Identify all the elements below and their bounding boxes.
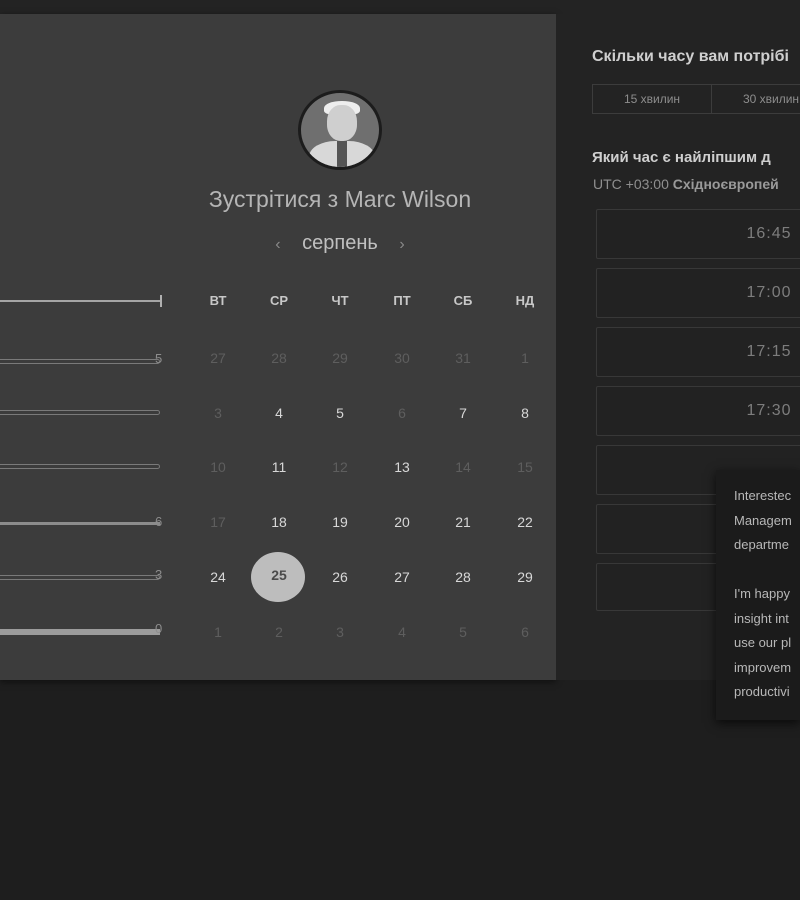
weekday-label: НД bbox=[515, 293, 535, 308]
calendar-day[interactable]: 8 bbox=[505, 405, 545, 421]
duration-question: Скільки часу вам потрібі bbox=[592, 48, 789, 65]
time-question: Який час є найліпшим д bbox=[592, 149, 771, 166]
calendar-day: 4 bbox=[398, 624, 406, 640]
header-rule-cap bbox=[160, 295, 162, 307]
calendar-day[interactable]: 27 bbox=[382, 569, 422, 585]
calendar-day[interactable]: 13 bbox=[382, 459, 422, 475]
calendar-day: 5 bbox=[459, 624, 467, 640]
calendar-day[interactable]: 4 bbox=[259, 405, 299, 421]
calendar-day: 2 bbox=[275, 624, 283, 640]
row-indicator-bar bbox=[0, 522, 160, 525]
row-indicator-value: 5 bbox=[155, 351, 163, 366]
row-indicator-bar bbox=[0, 410, 160, 415]
calendar-day[interactable]: 19 bbox=[320, 514, 360, 530]
timezone-offset: UTC +03:00 bbox=[593, 176, 669, 192]
duration-option[interactable]: 30 хвилин bbox=[712, 85, 800, 113]
time-slot[interactable]: 17:00 bbox=[596, 268, 800, 318]
weekday-label: ПТ bbox=[393, 293, 411, 308]
top-bar bbox=[0, 0, 800, 14]
calendar-day: 3 bbox=[214, 405, 222, 421]
calendar-day: 15 bbox=[517, 459, 533, 475]
calendar-day[interactable]: 11 bbox=[259, 459, 299, 475]
prev-month-chevron-icon[interactable]: ‹ bbox=[275, 236, 280, 254]
time-slot-label: 16:45 bbox=[746, 225, 792, 242]
timezone-name: Східноєвропей bbox=[672, 176, 779, 192]
time-slot-label: 17:15 bbox=[746, 343, 792, 360]
weekday-label: ВТ bbox=[209, 293, 227, 308]
row-indicator-bar bbox=[0, 629, 160, 635]
popover-text-line: Managem bbox=[734, 512, 792, 528]
row-indicator-value: 0 bbox=[155, 621, 163, 636]
calendar-day: 14 bbox=[455, 459, 471, 475]
calendar-day: 30 bbox=[394, 350, 410, 366]
popover-text-line: Interestec bbox=[734, 488, 792, 503]
duration-selector: 15 хвилин 30 хвилин bbox=[592, 84, 800, 114]
calendar-day[interactable]: 18 bbox=[259, 514, 299, 530]
time-slot[interactable]: 17:30 bbox=[596, 386, 800, 436]
calendar-day: 10 bbox=[210, 459, 226, 475]
weekday-label: СР bbox=[269, 293, 289, 308]
popover-text-line: insight int bbox=[734, 610, 789, 626]
weekday-label: СБ bbox=[453, 293, 473, 308]
avatar-tie bbox=[337, 141, 347, 167]
time-slot-label: 17:00 bbox=[746, 284, 792, 301]
row-indicator-bar bbox=[0, 464, 160, 469]
popover-text-line: improvem bbox=[734, 659, 792, 675]
calendar-day: 31 bbox=[455, 350, 471, 366]
timezone-label: UTC +03:00 Східноєвропей bbox=[593, 176, 779, 192]
popover-text-line: I'm happy bbox=[734, 586, 790, 601]
calendar-day: 3 bbox=[336, 624, 344, 640]
popover-text-line: productivi bbox=[734, 684, 790, 699]
row-indicator-bar bbox=[0, 359, 160, 364]
calendar-day[interactable]: 28 bbox=[443, 569, 483, 585]
calendar-day[interactable]: 29 bbox=[505, 569, 545, 585]
calendar-day: 12 bbox=[332, 459, 348, 475]
header-rule bbox=[0, 300, 160, 302]
avatar-face bbox=[327, 105, 357, 141]
calendar-day: 1 bbox=[521, 350, 529, 366]
calendar-day[interactable]: 24 bbox=[198, 569, 238, 585]
calendar-day[interactable]: 5 bbox=[320, 405, 360, 421]
duration-option[interactable]: 15 хвилин bbox=[593, 85, 712, 113]
time-slot-label: 17:30 bbox=[746, 402, 792, 419]
selected-day[interactable]: 25 bbox=[259, 567, 299, 583]
time-slot[interactable]: 16:45 bbox=[596, 209, 800, 259]
row-indicator-value: 3 bbox=[155, 567, 163, 582]
calendar-day: 6 bbox=[398, 405, 406, 421]
calendar-day: 28 bbox=[271, 350, 287, 366]
calendar-day[interactable]: 22 bbox=[505, 514, 545, 530]
calendar-day: 17 bbox=[210, 514, 226, 530]
calendar-day[interactable]: 20 bbox=[382, 514, 422, 530]
weekday-label: ЧТ bbox=[331, 293, 349, 308]
calendar-day[interactable]: 7 bbox=[443, 405, 483, 421]
calendar-day: 29 bbox=[332, 350, 348, 366]
calendar-day: 1 bbox=[214, 624, 222, 640]
time-slot[interactable]: 17:15 bbox=[596, 327, 800, 377]
popover-text-line: departme bbox=[734, 537, 789, 552]
avatar bbox=[298, 90, 382, 170]
month-label: серпень bbox=[302, 232, 378, 254]
popover-text-line: use our pl bbox=[734, 635, 792, 650]
row-indicator-value: 6 bbox=[155, 514, 163, 529]
calendar-day[interactable]: 21 bbox=[443, 514, 483, 530]
calendar-day[interactable]: 26 bbox=[320, 569, 360, 585]
next-month-chevron-icon[interactable]: › bbox=[399, 236, 404, 254]
calendar-day: 6 bbox=[521, 624, 529, 640]
host-info-popover: Interestec Managem departme I'm happy insigh… bbox=[716, 470, 800, 720]
calendar-day: 27 bbox=[210, 350, 226, 366]
row-indicator-bar bbox=[0, 575, 160, 580]
